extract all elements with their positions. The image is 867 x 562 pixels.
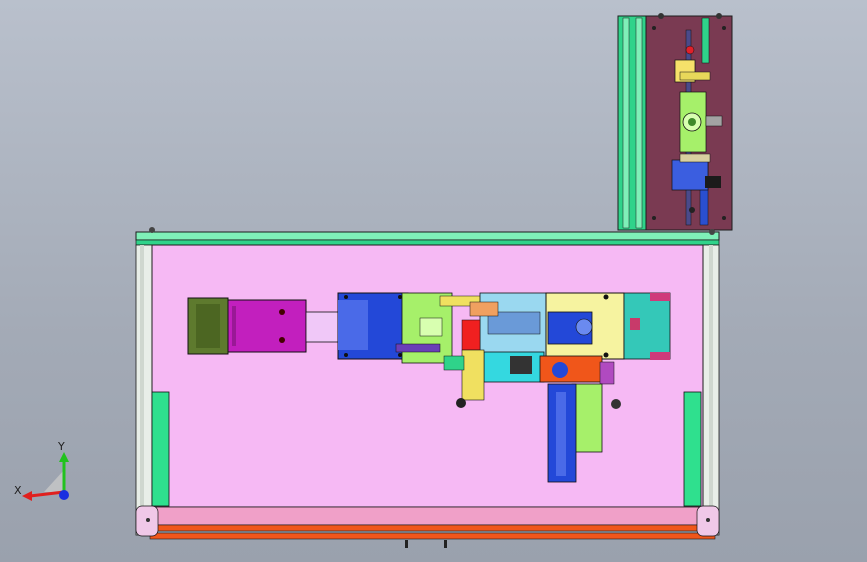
y-axis-label: Y	[58, 440, 65, 453]
x-axis-label: X	[14, 484, 22, 497]
triad-svg	[22, 452, 69, 501]
assembly-drawing[interactable]	[0, 0, 867, 562]
cad-viewport[interactable]	[0, 0, 867, 562]
axis-triad: X Y	[14, 440, 74, 510]
main-frame[interactable]	[135, 227, 720, 536]
upper-fixture-plate[interactable]	[617, 13, 733, 231]
front-rail[interactable]	[135, 505, 720, 548]
